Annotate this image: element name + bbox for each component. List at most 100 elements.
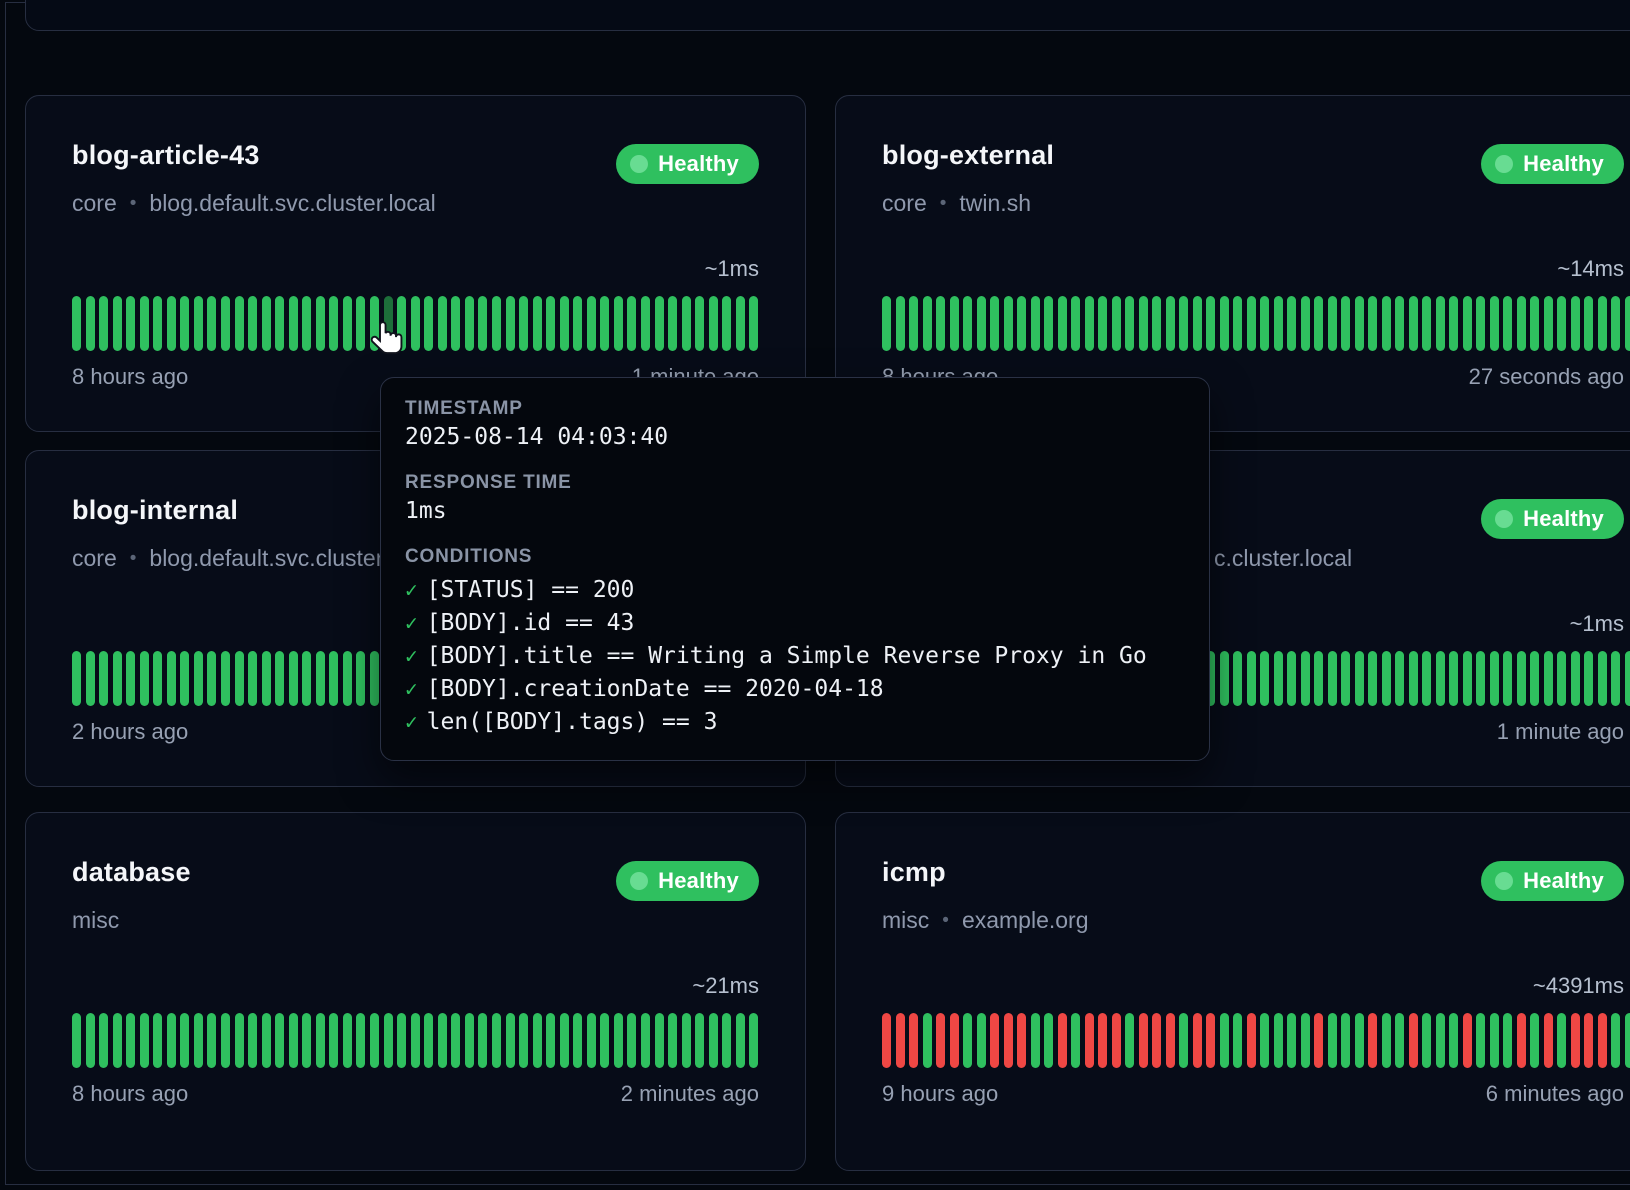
uptime-bar[interactable] bbox=[1152, 296, 1161, 351]
uptime-bar[interactable] bbox=[1112, 296, 1121, 351]
uptime-bar[interactable] bbox=[709, 1013, 718, 1068]
uptime-bar[interactable] bbox=[356, 296, 365, 351]
uptime-bar[interactable] bbox=[113, 296, 122, 351]
uptime-bar[interactable] bbox=[749, 296, 758, 351]
uptime-bar[interactable] bbox=[140, 296, 149, 351]
uptime-bar[interactable] bbox=[1422, 296, 1431, 351]
uptime-bar[interactable] bbox=[1098, 1013, 1107, 1068]
uptime-bar[interactable] bbox=[289, 1013, 298, 1068]
uptime-bar[interactable] bbox=[614, 1013, 623, 1068]
uptime-bar[interactable] bbox=[1098, 296, 1107, 351]
uptime-bar[interactable] bbox=[343, 296, 352, 351]
uptime-bar[interactable] bbox=[896, 296, 905, 351]
endpoint-card[interactable]: database misc Healthy ~21ms 8 hours ago … bbox=[25, 812, 806, 1171]
uptime-bar[interactable] bbox=[627, 1013, 636, 1068]
uptime-bar[interactable] bbox=[140, 1013, 149, 1068]
uptime-bar[interactable] bbox=[560, 1013, 569, 1068]
uptime-bar[interactable] bbox=[990, 296, 999, 351]
uptime-bar[interactable] bbox=[1017, 1013, 1026, 1068]
uptime-bar[interactable] bbox=[1341, 651, 1350, 706]
uptime-bar[interactable] bbox=[235, 296, 244, 351]
uptime-bar[interactable] bbox=[963, 296, 972, 351]
uptime-bar[interactable] bbox=[1368, 296, 1377, 351]
uptime-bar[interactable] bbox=[167, 1013, 176, 1068]
uptime-bar[interactable] bbox=[1314, 651, 1323, 706]
uptime-bar[interactable] bbox=[194, 1013, 203, 1068]
uptime-bar[interactable] bbox=[451, 1013, 460, 1068]
uptime-bar[interactable] bbox=[1274, 651, 1283, 706]
uptime-bar[interactable] bbox=[316, 1013, 325, 1068]
uptime-bar[interactable] bbox=[1004, 296, 1013, 351]
uptime-bar[interactable] bbox=[1301, 651, 1310, 706]
uptime-bar[interactable] bbox=[1449, 651, 1458, 706]
uptime-bar[interactable] bbox=[1395, 1013, 1404, 1068]
uptime-bar[interactable] bbox=[343, 1013, 352, 1068]
uptime-bar[interactable] bbox=[1274, 1013, 1283, 1068]
uptime-bar[interactable] bbox=[1044, 1013, 1053, 1068]
uptime-bar[interactable] bbox=[180, 296, 189, 351]
uptime-bar[interactable] bbox=[1490, 296, 1499, 351]
uptime-bar[interactable] bbox=[1017, 296, 1026, 351]
uptime-bar[interactable] bbox=[1287, 1013, 1296, 1068]
uptime-bar[interactable] bbox=[262, 651, 271, 706]
uptime-bar[interactable] bbox=[1301, 296, 1310, 351]
uptime-bar[interactable] bbox=[1571, 296, 1580, 351]
uptime-bar[interactable] bbox=[963, 1013, 972, 1068]
uptime-bar[interactable] bbox=[153, 296, 162, 351]
uptime-bar[interactable] bbox=[1625, 296, 1630, 351]
uptime-bar[interactable] bbox=[478, 1013, 487, 1068]
uptime-bar[interactable] bbox=[1206, 1013, 1215, 1068]
uptime-bar[interactable] bbox=[1328, 1013, 1337, 1068]
uptime-bar[interactable] bbox=[1625, 1013, 1630, 1068]
uptime-bar[interactable] bbox=[207, 1013, 216, 1068]
uptime-bar[interactable] bbox=[1409, 651, 1418, 706]
uptime-bar[interactable] bbox=[736, 296, 745, 351]
uptime-bar[interactable] bbox=[478, 296, 487, 351]
uptime-bar[interactable] bbox=[1463, 296, 1472, 351]
uptime-bar[interactable] bbox=[180, 651, 189, 706]
uptime-bar[interactable] bbox=[641, 296, 650, 351]
uptime-bar[interactable] bbox=[1247, 296, 1256, 351]
uptime-bar[interactable] bbox=[262, 1013, 271, 1068]
uptime-bar[interactable] bbox=[655, 1013, 664, 1068]
uptime-bar[interactable] bbox=[1503, 651, 1512, 706]
uptime-bar[interactable] bbox=[627, 296, 636, 351]
uptime-bar[interactable] bbox=[1341, 1013, 1350, 1068]
uptime-bar[interactable] bbox=[424, 1013, 433, 1068]
uptime-bar[interactable] bbox=[194, 296, 203, 351]
uptime-bar[interactable] bbox=[1490, 651, 1499, 706]
uptime-bar[interactable] bbox=[1422, 651, 1431, 706]
uptime-bar[interactable] bbox=[546, 296, 555, 351]
uptime-bar[interactable] bbox=[235, 1013, 244, 1068]
uptime-bar[interactable] bbox=[72, 1013, 81, 1068]
uptime-bar[interactable] bbox=[1125, 1013, 1134, 1068]
uptime-bar[interactable] bbox=[1328, 296, 1337, 351]
uptime-bar[interactable] bbox=[1179, 1013, 1188, 1068]
uptime-bar[interactable] bbox=[1233, 651, 1242, 706]
uptime-bar[interactable] bbox=[1382, 651, 1391, 706]
uptime-bar[interactable] bbox=[424, 296, 433, 351]
uptime-bar[interactable] bbox=[1584, 651, 1593, 706]
uptime-bar[interactable] bbox=[1071, 296, 1080, 351]
uptime-bar[interactable] bbox=[1044, 296, 1053, 351]
uptime-bar[interactable] bbox=[1004, 1013, 1013, 1068]
uptime-bar[interactable] bbox=[465, 1013, 474, 1068]
uptime-bar[interactable] bbox=[1166, 1013, 1175, 1068]
uptime-bar[interactable] bbox=[587, 1013, 596, 1068]
uptime-bar[interactable] bbox=[749, 1013, 758, 1068]
uptime-bar[interactable] bbox=[289, 296, 298, 351]
uptime-bar[interactable] bbox=[1220, 296, 1229, 351]
uptime-bar[interactable] bbox=[1233, 1013, 1242, 1068]
uptime-bar[interactable] bbox=[614, 296, 623, 351]
uptime-bar[interactable] bbox=[1382, 1013, 1391, 1068]
uptime-bar[interactable] bbox=[194, 651, 203, 706]
uptime-bar[interactable] bbox=[275, 296, 284, 351]
uptime-bar[interactable] bbox=[519, 1013, 528, 1068]
uptime-bar[interactable] bbox=[1490, 1013, 1499, 1068]
uptime-bar[interactable] bbox=[1368, 651, 1377, 706]
uptime-bar[interactable] bbox=[1476, 296, 1485, 351]
uptime-bar[interactable] bbox=[329, 1013, 338, 1068]
uptime-bar[interactable] bbox=[86, 1013, 95, 1068]
uptime-bar[interactable] bbox=[655, 296, 664, 351]
uptime-bar[interactable] bbox=[1193, 296, 1202, 351]
